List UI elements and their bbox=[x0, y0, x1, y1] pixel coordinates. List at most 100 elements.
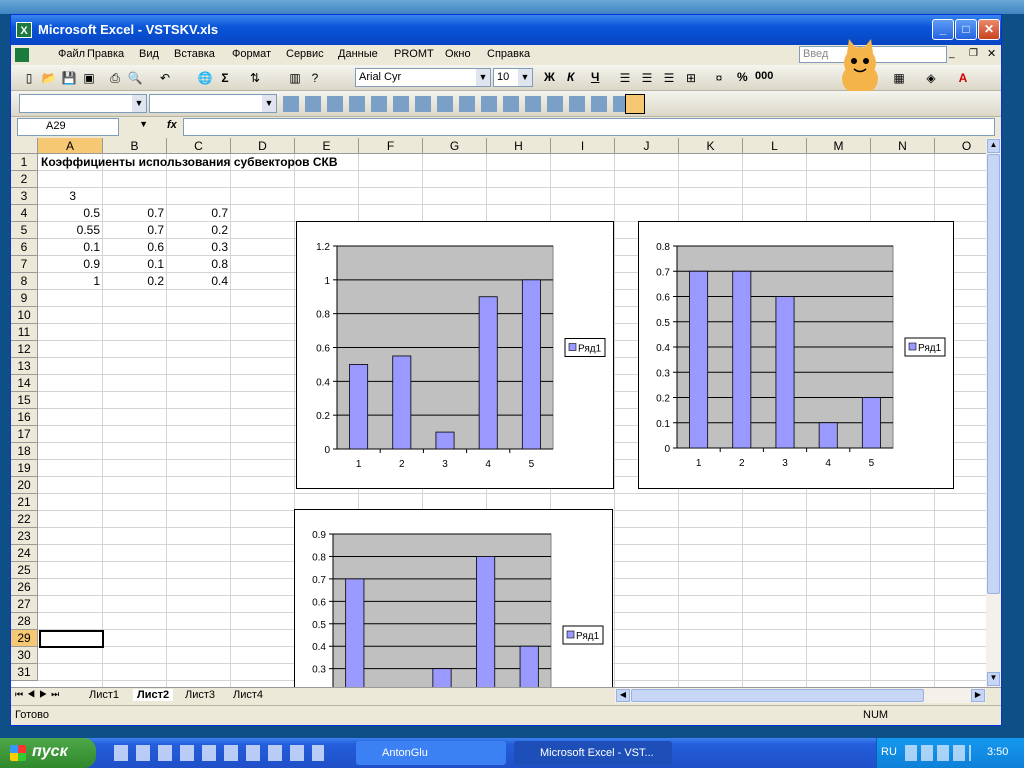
row-header-5[interactable]: 5 bbox=[11, 222, 38, 239]
row-header-8[interactable]: 8 bbox=[11, 273, 38, 290]
menu-item-9[interactable]: Окно bbox=[445, 48, 471, 60]
scroll-down-icon[interactable]: ▼ bbox=[987, 672, 1000, 686]
preview-icon[interactable]: 🔍 bbox=[127, 70, 143, 86]
chart-wizard-icon[interactable]: ▥ bbox=[287, 70, 303, 86]
row-header-15[interactable]: 15 bbox=[11, 392, 38, 409]
column-header-a[interactable]: A bbox=[38, 138, 103, 154]
data-cell[interactable]: 0.55 bbox=[38, 222, 103, 239]
doc-close-button[interactable]: ✕ bbox=[987, 47, 996, 60]
row-header-26[interactable]: 26 bbox=[11, 579, 38, 596]
menu-item-2[interactable]: Правка bbox=[87, 48, 124, 60]
percent-button[interactable]: % bbox=[737, 70, 748, 84]
row-header-29[interactable]: 29 bbox=[11, 630, 38, 647]
column-header-i[interactable]: I bbox=[551, 138, 615, 154]
language-indicator[interactable]: RU bbox=[881, 746, 897, 758]
data-cell[interactable]: 1 bbox=[38, 273, 103, 290]
row-header-30[interactable]: 30 bbox=[11, 647, 38, 664]
row-header-6[interactable]: 6 bbox=[11, 239, 38, 256]
sort-icon[interactable]: ⇅ bbox=[247, 70, 263, 86]
data-cell[interactable]: 0.2 bbox=[167, 222, 231, 239]
bold-button[interactable]: Ж bbox=[544, 70, 555, 84]
row-header-12[interactable]: 12 bbox=[11, 341, 38, 358]
data-cell[interactable]: 0.8 bbox=[167, 256, 231, 273]
row-header-27[interactable]: 27 bbox=[11, 596, 38, 613]
data-cell[interactable]: 0.5 bbox=[38, 205, 103, 222]
horizontal-scrollbar[interactable]: ◀ ▶ bbox=[615, 688, 986, 703]
minimize-button[interactable]: _ bbox=[932, 19, 954, 40]
quick-launch-icons[interactable] bbox=[114, 745, 324, 761]
data-cell[interactable]: 0.9 bbox=[38, 256, 103, 273]
save-icon[interactable]: 💾 bbox=[61, 70, 77, 86]
hyperlink-icon[interactable]: 🌐 bbox=[197, 70, 213, 86]
sheet-tab-4[interactable]: Лист4 bbox=[229, 689, 267, 701]
name-box-dropdown-icon[interactable]: ▼ bbox=[139, 119, 148, 129]
row-header-7[interactable]: 7 bbox=[11, 256, 38, 273]
scroll-up-icon[interactable]: ▲ bbox=[987, 139, 1000, 153]
row-header-9[interactable]: 9 bbox=[11, 290, 38, 307]
task-excel[interactable]: Microsoft Excel - VST... bbox=[514, 741, 672, 765]
row-header-23[interactable]: 23 bbox=[11, 528, 38, 545]
chart-2[interactable]: 0 0.1 0.2 0.3 0.4 0.5 0.6 0.7 0.8 1 2 3 4 5 Ряд1 bbox=[638, 221, 954, 489]
menu-item-1[interactable]: Файл bbox=[58, 48, 85, 60]
row-header-25[interactable]: 25 bbox=[11, 562, 38, 579]
column-header-g[interactable]: G bbox=[423, 138, 487, 154]
function-icon[interactable]: fx bbox=[167, 119, 177, 131]
data-cell[interactable]: 0.1 bbox=[38, 239, 103, 256]
font-name-select[interactable]: Arial Cyr ▼ bbox=[355, 68, 491, 87]
row-header-31[interactable]: 31 bbox=[11, 664, 38, 681]
menu-item-5[interactable]: Формат bbox=[232, 48, 271, 60]
data-cell[interactable]: 0.6 bbox=[103, 239, 167, 256]
design-mode-icon[interactable] bbox=[625, 94, 645, 114]
menu-item-6[interactable]: Сервис bbox=[286, 48, 324, 60]
column-header-d[interactable]: D bbox=[231, 138, 295, 154]
column-header-f[interactable]: F bbox=[359, 138, 423, 154]
fill-color-icon[interactable]: ◈ bbox=[923, 70, 939, 86]
column-header-b[interactable]: B bbox=[103, 138, 167, 154]
formula-input[interactable] bbox=[183, 118, 995, 136]
tray-icons[interactable] bbox=[905, 745, 971, 761]
column-header-e[interactable]: E bbox=[295, 138, 359, 154]
data-cell[interactable]: 0.2 bbox=[103, 273, 167, 290]
row-header-13[interactable]: 13 bbox=[11, 358, 38, 375]
vertical-scroll-thumb[interactable] bbox=[987, 154, 1000, 594]
help-icon[interactable]: ? bbox=[307, 70, 323, 86]
row-header-21[interactable]: 21 bbox=[11, 494, 38, 511]
column-header-h[interactable]: H bbox=[487, 138, 551, 154]
align-right-icon[interactable]: ☰ bbox=[661, 70, 677, 86]
menu-item-10[interactable]: Справка bbox=[487, 48, 530, 60]
sheet-title-cell[interactable]: Коэффициенты использования субвекторов С… bbox=[41, 154, 338, 171]
data-cell[interactable]: 0.7 bbox=[167, 205, 231, 222]
style-select[interactable]: ▼ bbox=[19, 94, 147, 113]
selected-cell-a29[interactable] bbox=[39, 630, 104, 648]
row-header-3[interactable]: 3 bbox=[11, 188, 38, 205]
row-header-17[interactable]: 17 bbox=[11, 426, 38, 443]
permission-icon[interactable]: ▣ bbox=[81, 70, 97, 86]
tab-navigation-icons[interactable]: ⏮◀▶⏭ bbox=[15, 689, 63, 700]
autosum-icon[interactable]: Σ bbox=[217, 70, 233, 86]
row-header-14[interactable]: 14 bbox=[11, 375, 38, 392]
row-header-10[interactable]: 10 bbox=[11, 307, 38, 324]
menu-item-3[interactable]: Вид bbox=[139, 48, 159, 60]
scroll-right-icon[interactable]: ▶ bbox=[971, 689, 985, 702]
menu-item-7[interactable]: Данные bbox=[338, 48, 378, 60]
name-box[interactable]: A29 ▼ bbox=[17, 118, 148, 136]
row-header-4[interactable]: 4 bbox=[11, 205, 38, 222]
data-cell[interactable]: 0.1 bbox=[103, 256, 167, 273]
close-button[interactable]: ✕ bbox=[978, 19, 1000, 40]
row-header-11[interactable]: 11 bbox=[11, 324, 38, 341]
column-header-c[interactable]: C bbox=[167, 138, 231, 154]
row-header-24[interactable]: 24 bbox=[11, 545, 38, 562]
align-center-icon[interactable]: ☰ bbox=[639, 70, 655, 86]
menu-item-8[interactable]: PROMT bbox=[394, 48, 434, 60]
spreadsheet-grid[interactable]: ABCDEFGHIJKLMNO 1 2 3 4 5 6 7 8 9 10 11 12 13 14 15 16 1… bbox=[11, 138, 986, 687]
data-cell[interactable]: 0.7 bbox=[103, 205, 167, 222]
chart-1[interactable]: 0 0.2 0.4 0.6 0.8 1 1.2 1 2 3 4 5 Ряд1 bbox=[296, 221, 614, 489]
doc-minimize-button[interactable]: _ bbox=[949, 48, 955, 59]
sheet-tab-2[interactable]: Лист2 bbox=[133, 689, 174, 701]
cell-a3[interactable]: 3 bbox=[39, 188, 79, 205]
font-color-icon[interactable]: A bbox=[955, 70, 971, 86]
align-left-icon[interactable]: ☰ bbox=[617, 70, 633, 86]
row-header-22[interactable]: 22 bbox=[11, 511, 38, 528]
menu-item-4[interactable]: Вставка bbox=[174, 48, 215, 60]
data-cell[interactable]: 0.4 bbox=[167, 273, 231, 290]
